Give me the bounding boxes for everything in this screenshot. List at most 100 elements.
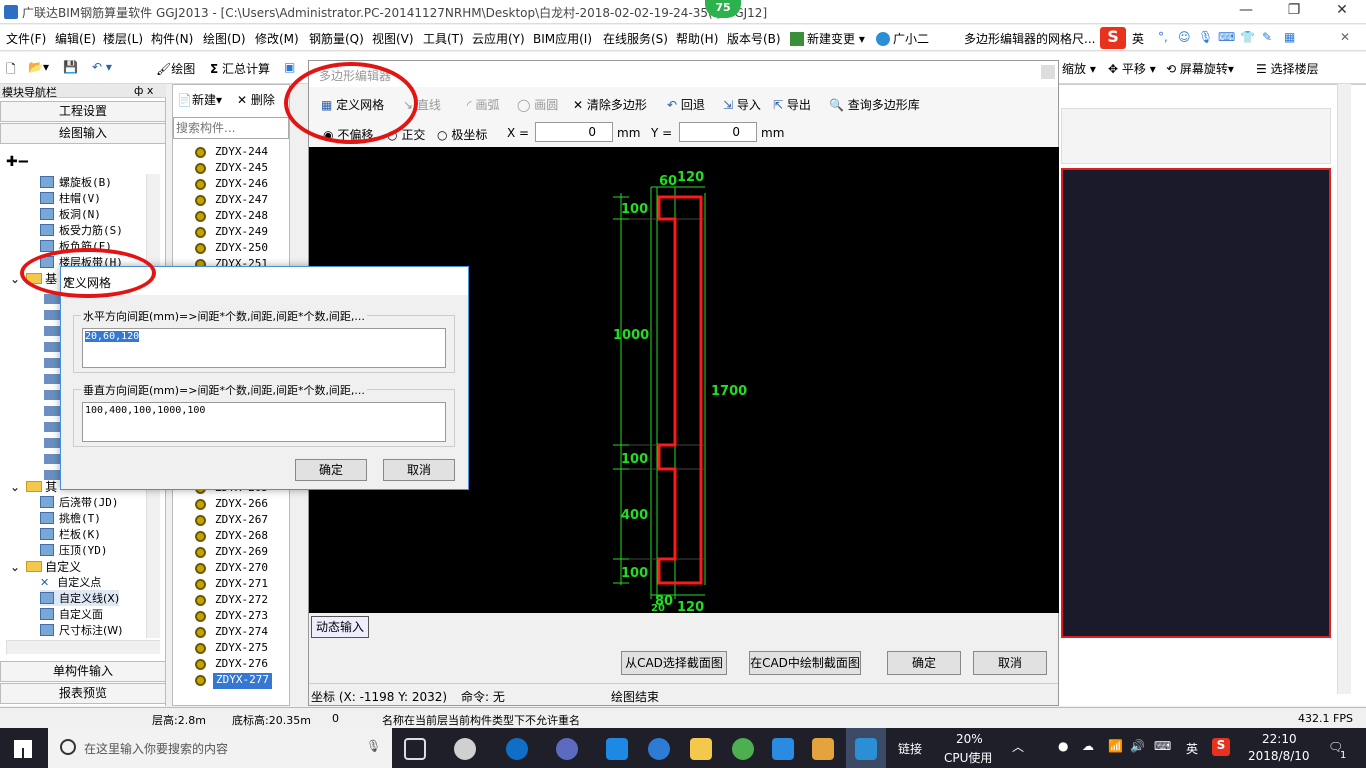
mic-icon[interactable]: 🎙 [366, 739, 381, 753]
list-item[interactable]: ZDYX-249 [195, 225, 268, 241]
grid-cancel-button[interactable]: 取消 [383, 459, 455, 481]
mic-icon[interactable]: 🎙 [1198, 30, 1213, 44]
list-item[interactable]: ZDYX-267 [195, 513, 268, 529]
list-item[interactable]: ZDYX-248 [195, 209, 268, 225]
single-component-button[interactable]: 单构件输入 [0, 661, 166, 682]
news-ticker[interactable]: 多边形编辑器的网格尺... [964, 30, 1095, 47]
circle-button[interactable]: ◯ 画圆 [517, 96, 558, 113]
glodon-g-icon[interactable] [772, 738, 794, 760]
draw-in-cad-button[interactable]: 在CAD中绘制截面图 [749, 651, 861, 675]
grid-menu-icon[interactable]: ▦ [1284, 30, 1295, 44]
x-input[interactable]: 0 [535, 122, 613, 142]
list-item[interactable]: ZDYX-268 [195, 529, 268, 545]
list-item[interactable]: ZDYX-269 [195, 545, 268, 561]
report-preview-button[interactable]: 报表预览 [0, 683, 166, 704]
nav-h-scrollbar[interactable] [6, 640, 160, 654]
query-library-button[interactable]: 🔍 查询多边形库 [829, 96, 920, 113]
menu-file[interactable]: 文件(F) [6, 30, 46, 47]
open-file-icon[interactable]: 📂▾ [28, 60, 49, 74]
list-item[interactable]: ZDYX-266 [195, 497, 268, 513]
tree-item-spiral-slab[interactable]: 螺旋板(B) [40, 174, 112, 190]
list-item[interactable]: ZDYX-271 [195, 577, 268, 593]
keyboard-icon[interactable]: ⌨ [1218, 30, 1235, 44]
editor-ok-button[interactable]: 确定 [887, 651, 961, 675]
rotate-button[interactable]: ⟲ 屏幕旋转▾ [1166, 60, 1234, 77]
new-component-button[interactable]: 📄新建▾ [177, 91, 222, 108]
delete-component-button[interactable]: ✕ 删除 [237, 91, 275, 108]
export-button[interactable]: ⇱ 导出 [773, 96, 811, 113]
list-item[interactable]: ZDYX-272 [195, 593, 268, 609]
arc-button[interactable]: ◜ 画弧 [467, 96, 500, 113]
browser-icon[interactable] [556, 738, 578, 760]
skin-icon[interactable]: 👕 [1240, 30, 1255, 44]
component-search-input[interactable] [173, 117, 289, 139]
list-item[interactable]: ZDYX-276 [195, 657, 268, 673]
ime-punct-icon[interactable]: °, [1158, 30, 1168, 44]
clear-polygon-button[interactable]: ✕ 清除多边形 [573, 96, 647, 113]
tree-item-coping[interactable]: 压顶(YD) [40, 542, 108, 558]
menu-help[interactable]: 帮助(H) [676, 30, 718, 47]
menubar-close-icon[interactable]: ✕ [1340, 30, 1350, 44]
project-settings-button[interactable]: 工程设置 [0, 101, 166, 122]
folder-other[interactable]: ⌄ 其 [10, 478, 57, 494]
fan-app-icon[interactable] [454, 738, 476, 760]
undo-button[interactable]: ↶ 回退 [667, 96, 705, 113]
list-item[interactable]: ZDYX-250 [195, 241, 268, 257]
y-input[interactable]: 0 [679, 122, 757, 142]
expand-all-icon[interactable]: ✚‒ [6, 151, 29, 170]
list-item[interactable]: ZDYX-245 [195, 161, 268, 177]
polygon-shape[interactable] [657, 195, 703, 585]
sum-calc-button[interactable]: Σ 汇总计算 [210, 60, 270, 77]
editor-close-icon[interactable] [1041, 65, 1055, 79]
minimize-button[interactable]: — [1226, 2, 1266, 22]
list-item[interactable]: ZDYX-270 [195, 561, 268, 577]
save-icon[interactable]: 💾 [63, 60, 78, 74]
editor-cancel-button[interactable]: 取消 [973, 651, 1047, 675]
keyboard-icon[interactable]: ⌨ [1154, 739, 1171, 753]
horizontal-spacing-input[interactable]: 20,60,120 [82, 328, 446, 368]
pan-button[interactable]: ✥ 平移 ▾ [1108, 60, 1156, 77]
emoji-icon[interactable]: ☺ [1178, 30, 1191, 44]
tree-item-slab-rebar[interactable]: 板受力筋(S) [40, 222, 123, 238]
taskbar-search[interactable]: 在这里输入你要搜索的内容 🎙 [48, 728, 392, 768]
list-item[interactable]: ZDYX-244 [195, 145, 268, 161]
zoom-button[interactable]: 缩放 ▾ [1062, 60, 1096, 77]
menu-version[interactable]: 版本号(B) [727, 30, 781, 47]
nav-pin-icon[interactable]: ф x [134, 84, 153, 97]
cloud-icon[interactable]: ☁ [1082, 739, 1094, 753]
tree-item-custom-point[interactable]: ✕ 自定义点 [40, 574, 101, 590]
explorer-icon[interactable] [690, 738, 712, 760]
tree-item-post-pour[interactable]: 后浇带(JD) [40, 494, 119, 510]
view-icon[interactable]: ▣ [284, 60, 295, 74]
edge-icon[interactable] [506, 738, 528, 760]
select-floor-button[interactable]: ☰ 选择楼层 [1256, 60, 1319, 77]
tools-icon[interactable]: ✎ [1262, 30, 1272, 44]
list-item[interactable]: ZDYX-273 [195, 609, 268, 625]
tree-item-eave[interactable]: 挑檐(T) [40, 510, 101, 526]
sogou-tray-icon[interactable]: S [1212, 738, 1230, 756]
active-app-slot[interactable] [846, 728, 886, 768]
tree-item-custom-face[interactable]: 自定义面 [40, 606, 103, 622]
menu-online[interactable]: 在线服务(S) [603, 30, 668, 47]
tree-item-parapet[interactable]: 栏板(K) [40, 526, 101, 542]
main-v-scrollbar[interactable] [1337, 84, 1351, 694]
vertical-spacing-input[interactable]: 100,400,100,1000,100 [82, 402, 446, 442]
tree-item-column-cap[interactable]: 柱帽(V) [40, 190, 101, 206]
sogou-icon[interactable]: S [1100, 27, 1126, 49]
menu-edit[interactable]: 编辑(E) [55, 30, 96, 47]
tray-person-icon[interactable]: ● [1058, 739, 1068, 753]
link-label[interactable]: 链接 [898, 740, 922, 757]
task-view-icon[interactable] [404, 738, 426, 760]
menu-component[interactable]: 构件(N) [151, 30, 193, 47]
3d-view-panel[interactable] [1061, 168, 1331, 638]
chevron-up-icon[interactable]: ︿ [1012, 738, 1024, 755]
folder-custom[interactable]: ⌄ 自定义 [10, 558, 81, 574]
ie2-icon[interactable] [648, 738, 670, 760]
ime-mode[interactable]: 英 [1132, 30, 1144, 47]
select-from-cad-button[interactable]: 从CAD选择截面图 [621, 651, 727, 675]
menu-draw[interactable]: 绘图(D) [203, 30, 246, 47]
close-button[interactable]: ✕ [1322, 2, 1362, 22]
menu-floor[interactable]: 楼层(L) [103, 30, 143, 47]
tree-item-custom-line[interactable]: 自定义线(X) [40, 590, 120, 606]
undo-icon[interactable]: ↶ ▾ [92, 60, 112, 74]
